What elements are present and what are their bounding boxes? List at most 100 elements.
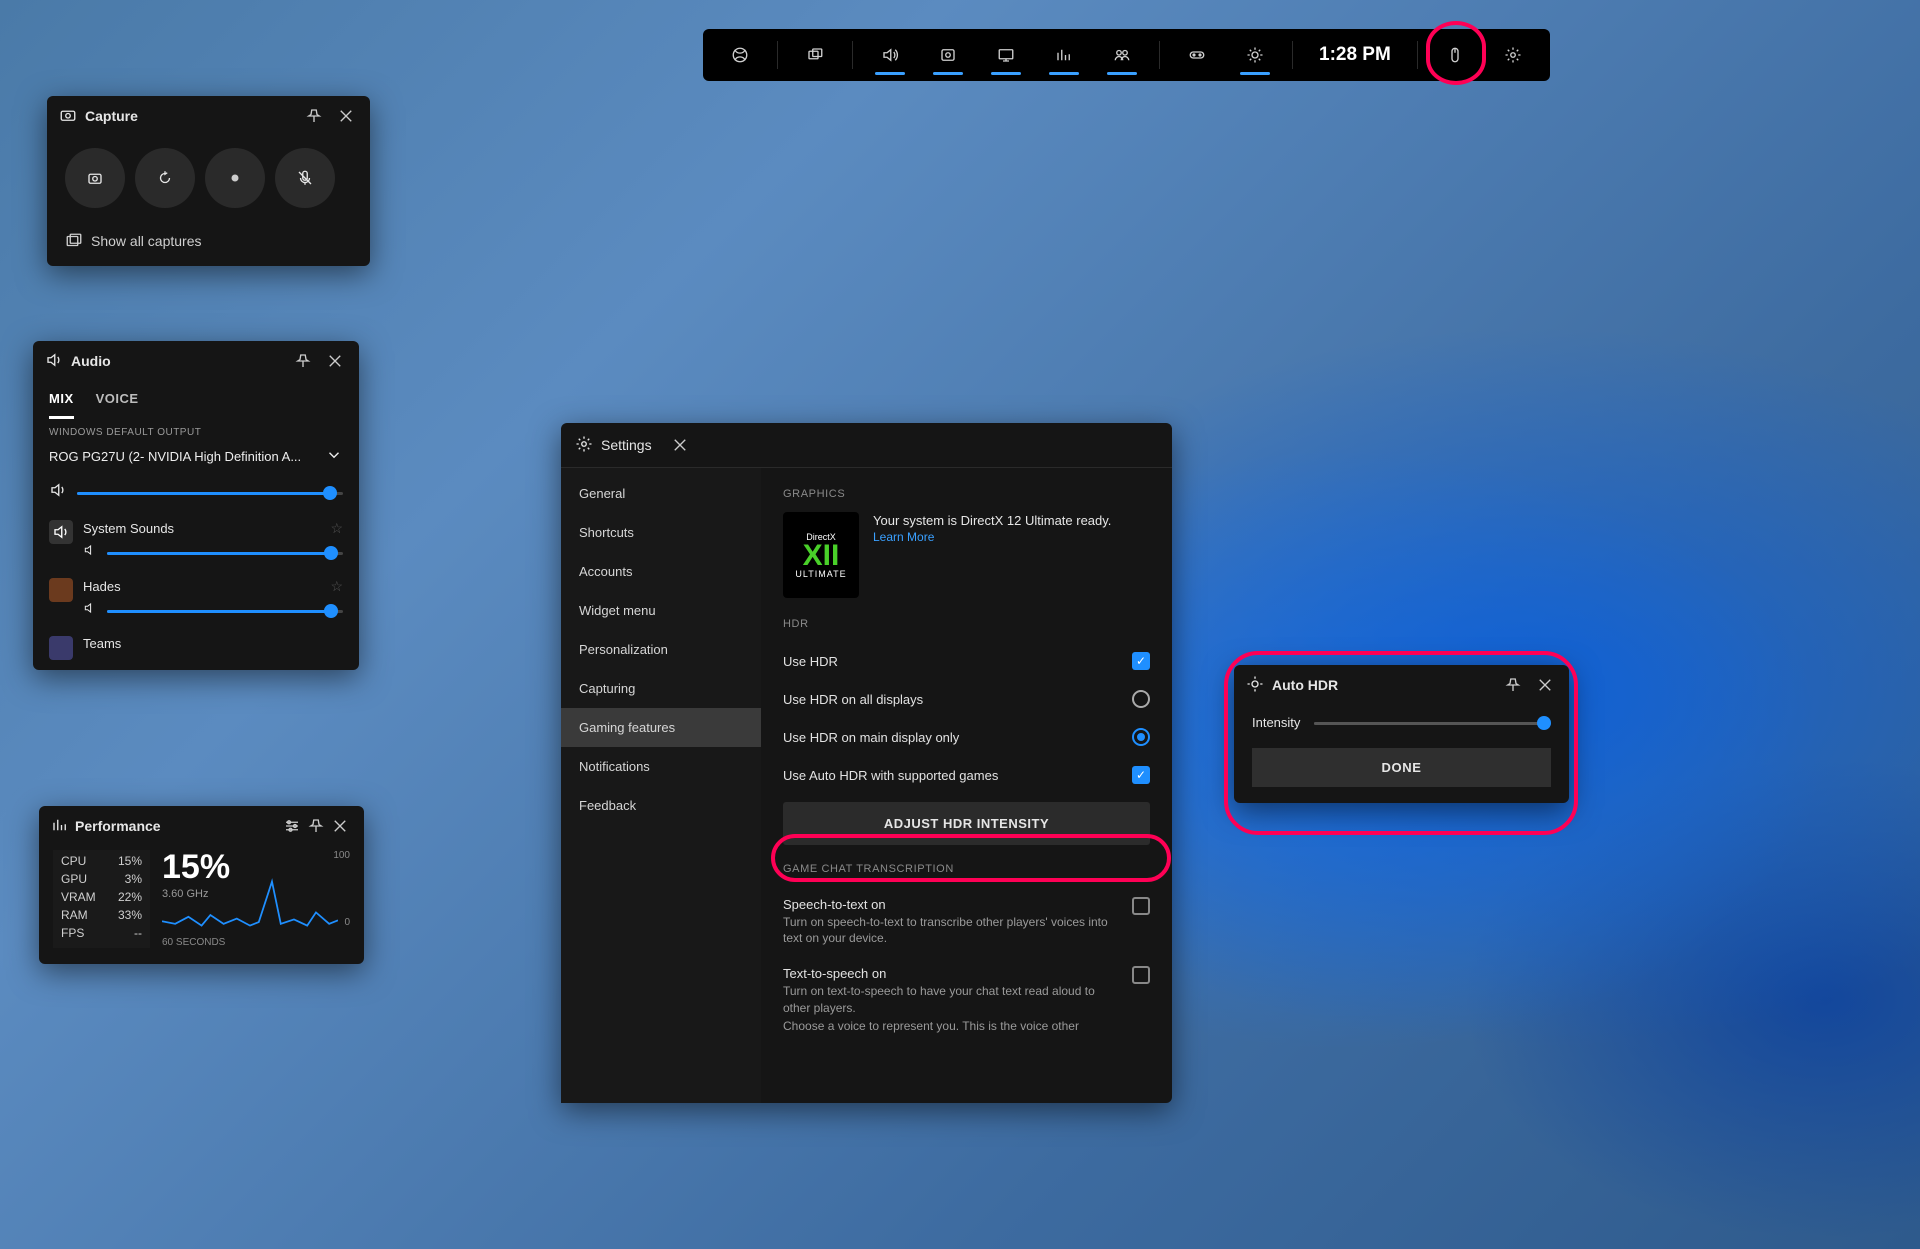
fps-value: -- — [134, 926, 142, 940]
intensity-slider[interactable] — [1314, 718, 1551, 728]
graph-x-label: 60 SECONDS — [162, 937, 225, 948]
chart-icon — [51, 816, 69, 837]
pin-icon[interactable] — [1501, 673, 1525, 697]
tts-checkbox[interactable] — [1132, 966, 1150, 984]
star-icon[interactable]: ☆ — [330, 578, 343, 595]
all-displays-radio[interactable] — [1132, 690, 1150, 708]
nav-shortcuts[interactable]: Shortcuts — [561, 513, 761, 552]
nav-widget-menu[interactable]: Widget menu — [561, 591, 761, 630]
nav-personalization[interactable]: Personalization — [561, 630, 761, 669]
opt-tts: Text-to-speech on — [783, 966, 1123, 981]
gamebar: 1:28 PM — [703, 29, 1550, 81]
output-device-select[interactable]: ROG PG27U (2- NVIDIA High Definition A..… — [33, 442, 359, 477]
opt-main-display: Use HDR on main display only — [783, 730, 959, 745]
capture-icon[interactable] — [921, 29, 975, 81]
use-hdr-checkbox[interactable]: ✓ — [1132, 652, 1150, 670]
options-icon[interactable] — [280, 814, 304, 838]
opt-stt: Speech-to-text on — [783, 897, 1123, 912]
teams-icon — [49, 636, 73, 660]
show-all-captures-link[interactable]: Show all captures — [47, 220, 370, 266]
system-volume-slider[interactable] — [107, 548, 343, 558]
dx-bot: ULTIMATE — [795, 569, 846, 579]
audio-icon[interactable] — [863, 29, 917, 81]
graph-area: 15% 3.60 GHz 100 0 60 SECONDS — [162, 850, 350, 948]
main-display-radio[interactable] — [1132, 728, 1150, 746]
opt-all-displays: Use HDR on all displays — [783, 692, 923, 707]
settings-nav: General Shortcuts Accounts Widget menu P… — [561, 468, 761, 1103]
close-icon[interactable] — [1533, 673, 1557, 697]
widget-title: Performance — [75, 818, 161, 834]
settings-window: Settings General Shortcuts Accounts Widg… — [561, 423, 1172, 1103]
auto-hdr-widget: Auto HDR Intensity DONE — [1234, 665, 1569, 803]
settings-gear-icon[interactable] — [1486, 29, 1540, 81]
auto-hdr-checkbox[interactable]: ✓ — [1132, 766, 1150, 784]
tab-mix[interactable]: MIX — [49, 381, 74, 419]
close-icon[interactable] — [328, 814, 352, 838]
vram-value: 22% — [118, 890, 142, 904]
nav-feedback[interactable]: Feedback — [561, 786, 761, 825]
gear-icon — [575, 435, 593, 456]
clock: 1:28 PM — [1303, 44, 1407, 66]
hades-volume-slider[interactable] — [107, 606, 343, 616]
pin-icon[interactable] — [304, 814, 328, 838]
speaker-icon — [49, 481, 67, 504]
xbox-icon[interactable] — [713, 29, 767, 81]
opt-tts-sub: Turn on text-to-speech to have your chat… — [783, 983, 1123, 1015]
cpu-value: 15% — [118, 854, 142, 868]
social-icon[interactable] — [1095, 29, 1149, 81]
master-volume-slider[interactable] — [77, 488, 343, 498]
nav-general[interactable]: General — [561, 474, 761, 513]
app-name: System Sounds — [83, 521, 174, 536]
gpu-value: 3% — [125, 872, 142, 886]
record-last-button[interactable] — [135, 148, 195, 208]
mic-off-button[interactable] — [275, 148, 335, 208]
pin-icon[interactable] — [302, 104, 326, 128]
opt-use-hdr: Use HDR — [783, 654, 838, 669]
performance-widget: Performance CPU15% GPU3% VRAM22% RAM33% … — [39, 806, 364, 964]
capture-widget: Capture Show all captures — [47, 96, 370, 266]
stats-column: CPU15% GPU3% VRAM22% RAM33% FPS-- — [53, 850, 150, 948]
widget-title: Capture — [85, 108, 138, 124]
dx-mid: XII — [803, 542, 840, 569]
nav-gaming-features[interactable]: Gaming features — [561, 708, 761, 747]
system-sounds-icon — [49, 520, 73, 544]
opt-tts-sub2: Choose a voice to represent you. This is… — [783, 1018, 1123, 1034]
brightness-icon[interactable] — [1228, 29, 1282, 81]
hades-icon — [49, 578, 73, 602]
nav-notifications[interactable]: Notifications — [561, 747, 761, 786]
record-button[interactable] — [205, 148, 265, 208]
chevron-down-icon — [325, 446, 343, 467]
close-icon[interactable] — [323, 349, 347, 373]
learn-more-link[interactable]: Learn More — [873, 530, 1111, 544]
nav-capturing[interactable]: Capturing — [561, 669, 761, 708]
speaker-icon — [83, 601, 97, 620]
separator — [852, 41, 853, 69]
pin-icon[interactable] — [291, 349, 315, 373]
performance-icon[interactable] — [1037, 29, 1091, 81]
output-device-value: ROG PG27U (2- NVIDIA High Definition A..… — [49, 449, 301, 464]
widgets-icon[interactable] — [788, 29, 842, 81]
graph-max: 100 — [333, 850, 350, 861]
screenshot-button[interactable] — [65, 148, 125, 208]
group-graphics: GRAPHICS — [783, 488, 1150, 500]
gamepad-icon[interactable] — [1170, 29, 1224, 81]
close-icon[interactable] — [334, 104, 358, 128]
done-button[interactable]: DONE — [1252, 748, 1551, 787]
star-icon[interactable]: ☆ — [330, 520, 343, 537]
close-icon[interactable] — [668, 433, 692, 457]
spark-line — [162, 864, 338, 934]
display-icon[interactable] — [979, 29, 1033, 81]
audio-widget: Audio MIX VOICE WINDOWS DEFAULT OUTPUT R… — [33, 341, 359, 670]
cpu-label: CPU — [61, 854, 86, 868]
dx-message: Your system is DirectX 12 Ultimate ready… — [873, 512, 1111, 530]
mouse-icon[interactable] — [1428, 29, 1482, 81]
nav-accounts[interactable]: Accounts — [561, 552, 761, 591]
separator — [1292, 41, 1293, 69]
stt-checkbox[interactable] — [1132, 897, 1150, 915]
widget-title: Auto HDR — [1272, 677, 1338, 693]
window-title: Settings — [601, 437, 652, 453]
tab-voice[interactable]: VOICE — [96, 381, 139, 419]
opt-auto-hdr: Use Auto HDR with supported games — [783, 768, 998, 783]
adjust-hdr-button[interactable]: ADJUST HDR INTENSITY — [783, 802, 1150, 845]
speaker-icon — [45, 351, 63, 372]
